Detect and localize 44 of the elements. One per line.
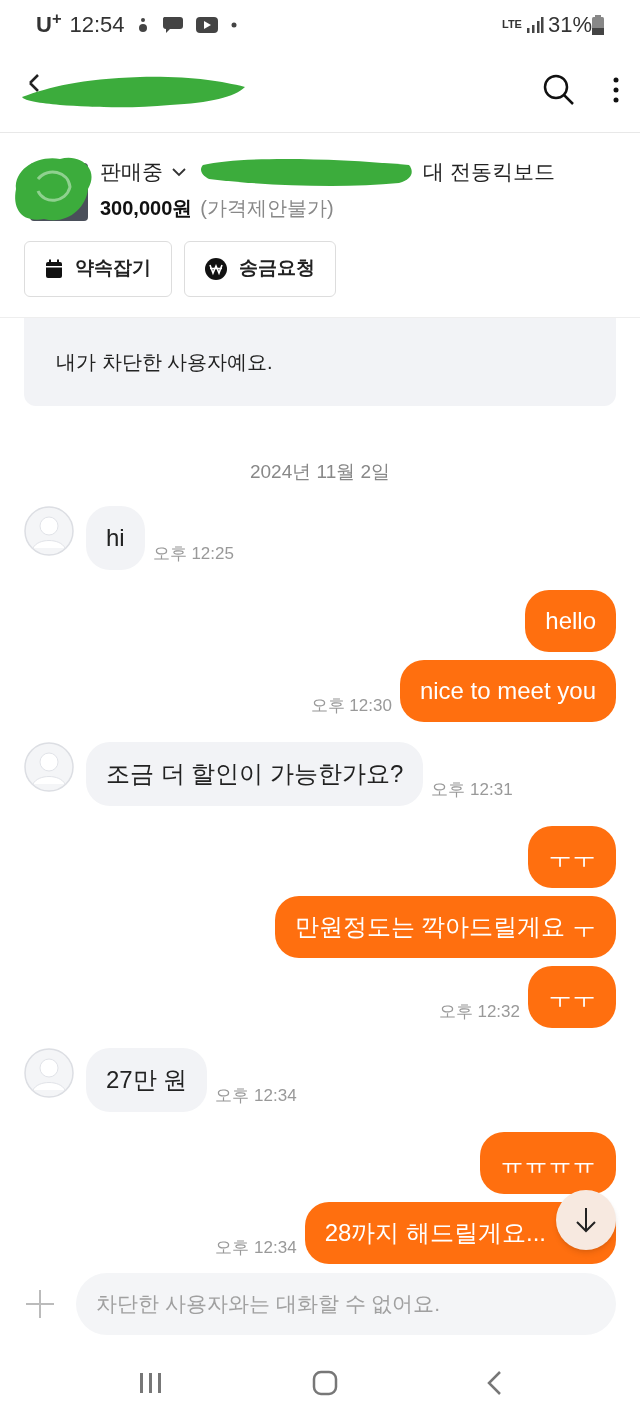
signal-icon [525,15,544,34]
chat-icon [160,14,183,35]
back-icon[interactable] [486,1370,502,1396]
avatar-icon [24,506,74,556]
price: 300,000원 [100,195,193,221]
chevron-down-icon[interactable] [171,166,187,177]
more-icon[interactable] [612,76,620,105]
arrow-down-icon [574,1206,598,1234]
sent-message: ㅜㅜ [528,966,616,1028]
received-message: hi [86,506,145,570]
clock: 12:54 [69,11,125,40]
message-time: 오후 12:34 [215,1084,297,1107]
recent-apps-icon[interactable] [138,1372,164,1394]
network-type: LTE [502,19,522,31]
received-message: 27만 원 [86,1048,208,1112]
avatar-icon [24,1048,74,1098]
avatar-icon [24,742,74,792]
message-time: 오후 12:34 [215,1236,297,1259]
home-icon[interactable] [312,1370,338,1396]
sent-message: 만원정도는 깍아드릴게요 ㅜ [274,896,616,958]
received-message: 조금 더 할인이 가능한가요? [86,742,424,806]
calendar-icon [45,258,63,279]
message-time: 오후 12:31 [431,778,513,801]
video-icon [194,15,219,34]
product-title: 대 전동킥보드 [423,158,555,185]
sent-message: nice to meet you [399,660,616,722]
message-time: 오후 12:25 [152,542,234,565]
carrier: U$^{+}$ [36,8,62,40]
sent-message: ㅜㅜ [528,826,616,888]
battery-icon [592,14,604,35]
battery-percent: 31% [547,11,592,40]
message-input[interactable]: 차단한 사용자와는 대화할 수 없어요. [76,1273,616,1335]
message-time: 오후 12:32 [438,1000,520,1023]
sale-status[interactable]: 판매중 [100,155,163,188]
dot-icon [230,21,237,28]
action-button[interactable]: 송금요청 [184,240,336,297]
won-icon [205,257,227,280]
message-time: 오후 12:30 [310,694,392,717]
sent-message: hello [525,590,616,652]
sent-message: ㅠㅠㅠㅠ [480,1132,616,1194]
price-note: (가격제안불가) [200,195,334,221]
blocked-notice: 내가 차단한 사용자예요. [24,317,616,406]
action-button[interactable]: 약속잡기 [24,240,172,297]
date-divider: 2024년 11월 2일 [249,459,391,484]
